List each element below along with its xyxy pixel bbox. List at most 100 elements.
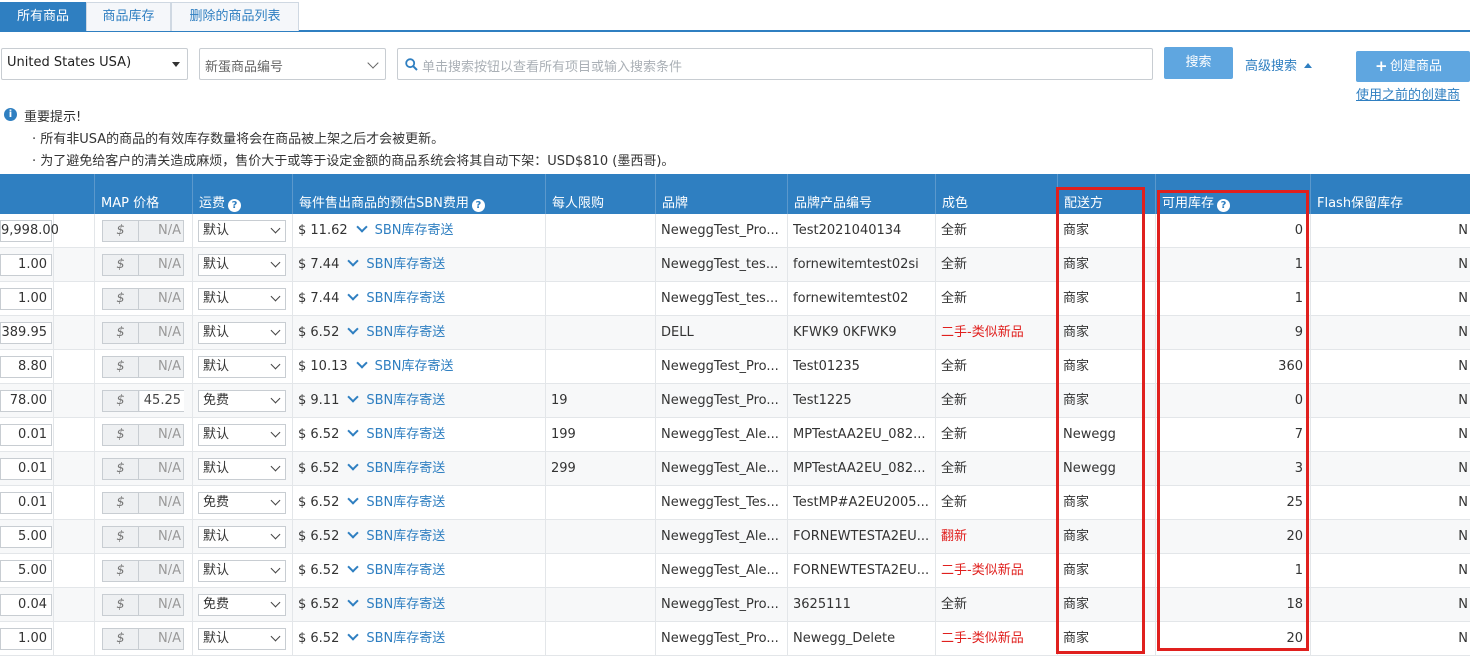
sbn-fee-value: $ 6.52 <box>298 495 340 510</box>
flash-stock-value: N <box>1458 325 1468 340</box>
shipping-select[interactable]: 默认 <box>198 254 286 276</box>
map-price-value: N/A <box>158 563 181 578</box>
shipping-select[interactable]: 免费 <box>198 390 286 412</box>
shipping-select[interactable]: 默认 <box>198 424 286 446</box>
price-input[interactable]: 9,998.00 <box>0 220 59 242</box>
price-input[interactable]: 5.00 <box>0 560 52 582</box>
price-input[interactable]: 5.00 <box>0 526 52 548</box>
help-icon[interactable]: ? <box>471 199 485 212</box>
chevron-down-icon[interactable] <box>347 255 360 267</box>
chevron-down-icon <box>367 57 379 69</box>
sbn-shipping-link[interactable]: SBN库存寄送 <box>375 359 454 374</box>
chevron-down-icon[interactable] <box>347 391 360 403</box>
price-input[interactable]: 0.01 <box>0 492 52 514</box>
use-previous-link[interactable]: 使用之前的创建商 <box>1356 84 1460 103</box>
map-price-input[interactable]: $ N/A <box>102 594 184 616</box>
shipping-select[interactable]: 默认 <box>198 288 286 310</box>
sbn-shipping-link[interactable]: SBN库存寄送 <box>366 461 445 476</box>
shipping-select[interactable]: 免费 <box>198 492 286 514</box>
sbn-fee-cell: $ 6.52 SBN库存寄送 <box>298 452 543 486</box>
shipping-select[interactable]: 免费 <box>198 594 286 616</box>
create-product-button[interactable]: + 创建商品 <box>1356 51 1470 82</box>
sbn-shipping-link[interactable]: SBN库存寄送 <box>366 563 445 578</box>
chevron-down-icon[interactable] <box>347 561 360 573</box>
tab-deleted-items[interactable]: 删除的商品列表 <box>171 2 299 31</box>
map-price-input[interactable]: $45.25 <box>102 390 184 412</box>
map-price-input[interactable]: $ N/A <box>102 628 184 650</box>
chevron-down-icon[interactable] <box>347 595 360 607</box>
search-field-select[interactable]: 新蛋商品编号 <box>199 48 386 80</box>
price-input[interactable]: 389.95 <box>0 322 52 344</box>
price-input[interactable]: 0.01 <box>0 458 52 480</box>
shipping-select[interactable]: 默认 <box>198 220 286 242</box>
price-input[interactable]: 8.80 <box>0 356 52 378</box>
chevron-down-icon[interactable] <box>347 493 360 505</box>
sbn-shipping-link[interactable]: SBN库存寄送 <box>366 291 445 306</box>
chevron-down-icon[interactable] <box>347 459 360 471</box>
chevron-down-icon[interactable] <box>355 357 368 369</box>
chevron-down-icon[interactable] <box>347 425 360 437</box>
price-input[interactable]: 0.01 <box>0 424 52 446</box>
price-input[interactable]: 0.04 <box>0 594 52 616</box>
shipping-select-value: 默认 <box>203 291 230 306</box>
chevron-down-icon <box>270 427 281 438</box>
cell-divider <box>935 622 936 656</box>
price-input[interactable]: 1.00 <box>0 254 52 276</box>
cell-divider <box>787 622 788 656</box>
map-price-input[interactable]: $ N/A <box>102 492 184 514</box>
advanced-search-link[interactable]: 高级搜索 <box>1245 55 1313 74</box>
sbn-shipping-link[interactable]: SBN库存寄送 <box>366 393 445 408</box>
sbn-shipping-link[interactable]: SBN库存寄送 <box>366 631 445 646</box>
price-input[interactable]: 78.00 <box>0 390 52 412</box>
shipping-select[interactable]: 默认 <box>198 560 286 582</box>
chevron-down-icon[interactable] <box>347 323 360 335</box>
cell-divider <box>53 622 54 656</box>
cell-divider <box>192 248 193 282</box>
sbn-shipping-link[interactable]: SBN库存寄送 <box>366 427 445 442</box>
map-price-input[interactable]: $ N/A <box>102 254 184 276</box>
country-select[interactable]: United States USA) <box>1 48 188 80</box>
country-select-value: United States USA) <box>7 55 132 70</box>
shipping-select[interactable]: 默认 <box>198 356 286 378</box>
flash-stock-value: N <box>1458 291 1468 306</box>
shipping-select[interactable]: 默认 <box>198 526 286 548</box>
price-input[interactable]: 1.00 <box>0 288 52 310</box>
cell-divider <box>655 384 656 418</box>
map-price-input[interactable]: $ N/A <box>102 220 184 242</box>
sbn-shipping-link[interactable]: SBN库存寄送 <box>366 529 445 544</box>
map-price-input[interactable]: $ N/A <box>102 424 184 446</box>
search-input[interactable]: 单击搜索按钮以查看所有项目或输入搜索条件 <box>397 48 1153 80</box>
map-price-input[interactable]: $ N/A <box>102 458 184 480</box>
chevron-down-icon[interactable] <box>347 629 360 641</box>
tab-inventory[interactable]: 商品库存 <box>86 2 171 31</box>
chevron-down-icon[interactable] <box>355 221 368 233</box>
currency-symbol: $ <box>103 459 139 479</box>
chevron-down-icon <box>270 257 281 268</box>
currency-symbol: $ <box>103 323 139 343</box>
map-price-input[interactable]: $ N/A <box>102 560 184 582</box>
shipping-select[interactable]: 默认 <box>198 322 286 344</box>
map-price-input[interactable]: $ N/A <box>102 526 184 548</box>
sbn-shipping-link[interactable]: SBN库存寄送 <box>366 495 445 510</box>
search-button[interactable]: 搜索 <box>1164 47 1233 79</box>
help-icon[interactable]: ? <box>228 199 242 212</box>
map-price-input[interactable]: $ N/A <box>102 288 184 310</box>
price-input[interactable]: 1.00 <box>0 628 52 650</box>
chevron-down-icon[interactable] <box>347 527 360 539</box>
tab-all-products[interactable]: 所有商品 <box>0 2 86 31</box>
cell-divider <box>292 214 293 248</box>
sbn-shipping-link[interactable]: SBN库存寄送 <box>375 223 454 238</box>
shipping-select[interactable]: 默认 <box>198 628 286 650</box>
cell-divider <box>935 520 936 554</box>
sbn-shipping-link[interactable]: SBN库存寄送 <box>366 597 445 612</box>
limit-value <box>551 316 651 350</box>
map-price-input[interactable]: $ N/A <box>102 322 184 344</box>
mfr-part-value: fornewitemtest02si <box>793 257 919 272</box>
chevron-down-icon[interactable] <box>347 289 360 301</box>
sbn-shipping-link[interactable]: SBN库存寄送 <box>366 325 445 340</box>
sbn-shipping-link[interactable]: SBN库存寄送 <box>366 257 445 272</box>
condition-value: 全新 <box>941 359 968 374</box>
cell-divider <box>655 316 656 350</box>
shipping-select[interactable]: 默认 <box>198 458 286 480</box>
map-price-input[interactable]: $ N/A <box>102 356 184 378</box>
